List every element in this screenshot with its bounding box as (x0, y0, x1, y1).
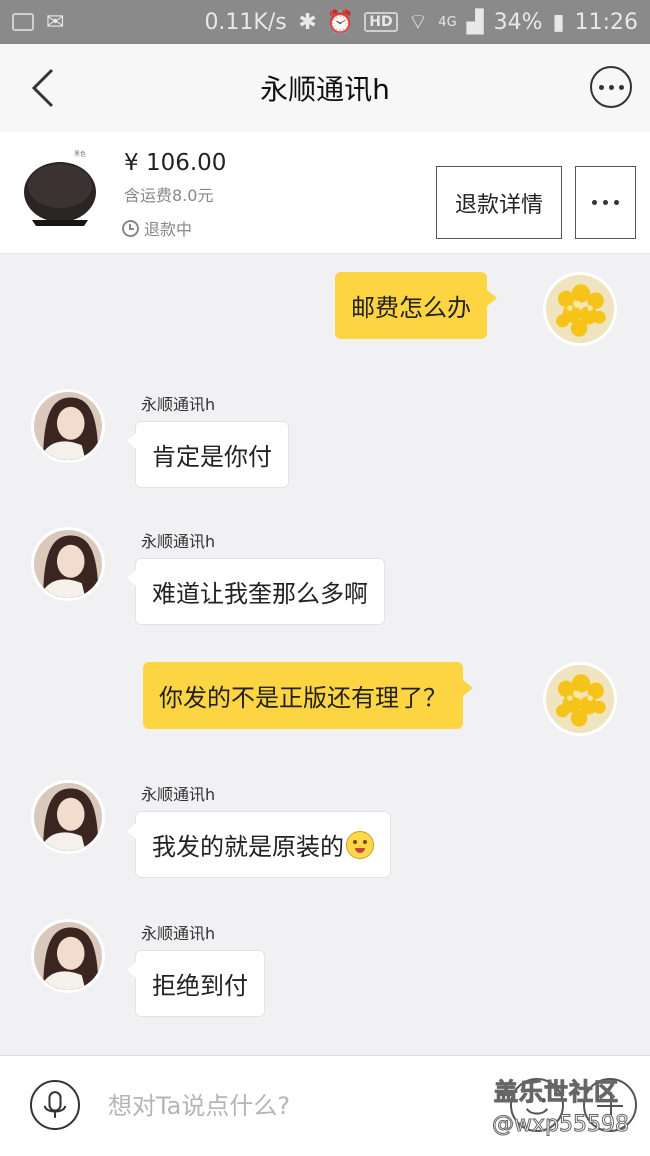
sender-name: 永顺通讯h (141, 924, 216, 943)
message-text: 我发的就是原装的 (152, 833, 344, 861)
wifi-icon: ⌔ (407, 10, 429, 35)
message-bubble-in[interactable]: 我发的就是原装的 (127, 811, 391, 878)
my-avatar[interactable] (543, 272, 617, 346)
alarm-icon: ⏰ (326, 9, 355, 35)
product-thumbnail[interactable]: 黑色 (18, 146, 102, 238)
contact-avatar[interactable] (31, 527, 105, 601)
battery-level: 34% (493, 9, 543, 35)
refund-status: 退款中 (122, 216, 192, 240)
contact-avatar[interactable] (31, 389, 105, 463)
gallery-icon (12, 13, 34, 31)
contact-avatar[interactable] (31, 919, 105, 993)
message-bubble-in[interactable]: 难道让我奎那么多啊 (127, 558, 385, 625)
contact-avatar[interactable] (31, 780, 105, 854)
notification-icon: ✉ (46, 9, 65, 35)
refund-details-button[interactable]: 退款详情 (436, 166, 562, 239)
clock-icon (122, 219, 139, 237)
bluetooth-icon: ✱ (298, 9, 317, 35)
my-avatar[interactable] (543, 662, 617, 736)
svg-text:黑色: 黑色 (74, 150, 86, 158)
message-bubble-in[interactable]: 肯定是你付 (127, 421, 289, 488)
more-circle-icon[interactable] (590, 66, 632, 108)
clock-time: 11:26 (574, 9, 638, 35)
battery-icon: ▮ (552, 9, 565, 35)
chat-header: 永顺通讯h (0, 44, 650, 132)
product-bar: 黑色 ¥ 106.00 含运费8.0元 退款中 退款详情 (0, 132, 650, 254)
chevron-left-icon[interactable] (26, 66, 66, 110)
watermark-handle: @wxp55598 (492, 1112, 630, 1138)
sender-name: 永顺通讯h (141, 532, 216, 551)
message-bubble-out[interactable]: 邮费怎么办 (335, 272, 497, 339)
sender-name: 永顺通讯h (141, 785, 216, 804)
hd-badge: HD (364, 12, 398, 32)
net-speed: 0.11K/s (204, 9, 287, 35)
message-bubble-out[interactable]: 你发的不是正版还有理了？ (143, 662, 473, 729)
refund-status-label: 退款中 (144, 220, 193, 239)
smile-icon (346, 830, 374, 859)
more-icon[interactable] (575, 166, 636, 239)
page-title: 永顺通讯h (260, 73, 390, 106)
microphone-icon[interactable] (30, 1080, 80, 1130)
message-input[interactable] (108, 1084, 468, 1128)
signal-icon: ▟ (466, 9, 484, 35)
shipping-fee: 含运费8.0元 (124, 186, 214, 205)
message-bubble-in[interactable]: 拒绝到付 (127, 950, 265, 1017)
network-type: 4G (438, 14, 457, 30)
product-price: ¥ 106.00 (124, 150, 227, 176)
watermark-title: 盖乐世社区 (494, 1078, 619, 1107)
status-bar: ✉ 0.11K/s ✱ ⏰ HD ⌔ 4G ▟ 34% ▮ 11:26 (0, 0, 650, 44)
sender-name: 永顺通讯h (141, 395, 216, 414)
